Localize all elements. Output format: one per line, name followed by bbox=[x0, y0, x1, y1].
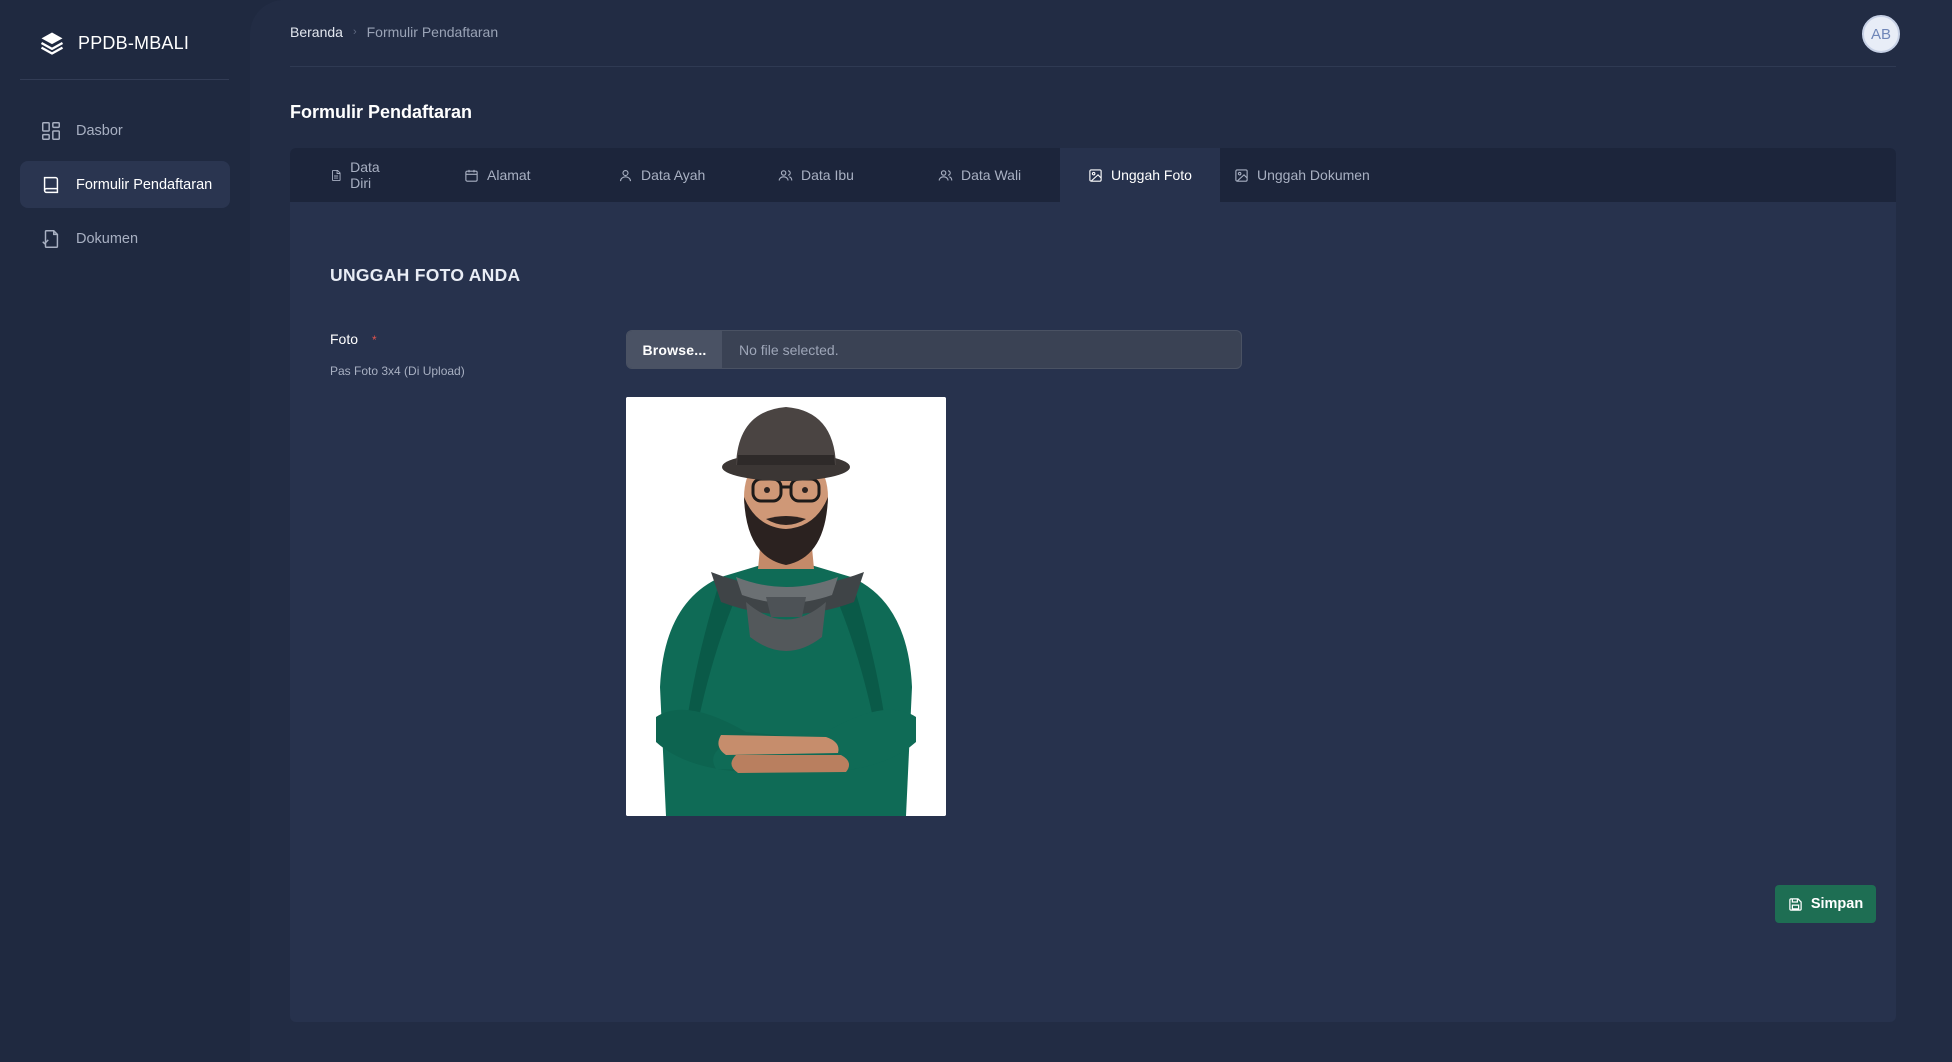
avatar[interactable]: AB bbox=[1862, 15, 1900, 53]
layers-logo-icon bbox=[40, 32, 64, 55]
topbar: Beranda › Formulir Pendaftaran AB bbox=[290, 0, 1900, 67]
tab-unggah-dokumen[interactable]: Unggah Dokumen bbox=[1220, 148, 1398, 202]
brand-name: PPDB-MBALI bbox=[78, 32, 190, 53]
tab-label: Alamat bbox=[487, 167, 531, 183]
field-label-foto: Foto * bbox=[330, 331, 377, 347]
tab-label: Data Wali bbox=[961, 167, 1022, 183]
tab-alamat[interactable]: Alamat bbox=[422, 148, 578, 202]
image-icon bbox=[1089, 168, 1102, 182]
browse-button[interactable]: Browse... bbox=[627, 331, 722, 368]
sidebar-item-dasbor[interactable]: Dasbor bbox=[20, 107, 230, 154]
tab-label: Data Ayah bbox=[641, 167, 706, 183]
sidebar-item-label: Dokumen bbox=[76, 230, 139, 247]
calendar-icon bbox=[465, 169, 478, 182]
page-title: Formulir Pendaftaran bbox=[290, 102, 473, 122]
sidebar-item-label: Formulir Pendaftaran bbox=[76, 176, 213, 193]
tab-label: Data Diri bbox=[350, 159, 380, 191]
chevron-right-icon: › bbox=[352, 26, 357, 38]
field-help-text: Pas Foto 3x4 (Di Upload) bbox=[330, 364, 465, 378]
book-icon bbox=[43, 176, 59, 193]
users-icon bbox=[778, 169, 793, 181]
user-icon bbox=[619, 169, 632, 181]
dashboard-icon bbox=[42, 121, 60, 140]
file-status-text: No file selected. bbox=[739, 341, 839, 358]
tab-label: Data Ibu bbox=[801, 167, 854, 183]
app-root: PPDB-MBALI Dasbor Formulir Pendaftaran D… bbox=[0, 0, 1952, 1062]
file-text-icon bbox=[332, 169, 341, 181]
photo-preview bbox=[626, 397, 946, 816]
tab-label: Unggah Dokumen bbox=[1257, 167, 1370, 183]
form-tabs: Data Diri Alamat Data Ayah Data Ibu Data… bbox=[290, 148, 1896, 202]
sidebar-nav: Dasbor Formulir Pendaftaran Dokumen bbox=[20, 107, 230, 269]
sidebar-item-label: Dasbor bbox=[76, 122, 123, 139]
sidebar-item-dokumen[interactable]: Dokumen bbox=[20, 215, 230, 262]
tab-data-diri[interactable]: Data Diri bbox=[290, 148, 422, 202]
breadcrumb: Beranda › Formulir Pendaftaran bbox=[290, 24, 498, 40]
breadcrumb-home[interactable]: Beranda bbox=[290, 24, 343, 40]
sidebar: PPDB-MBALI Dasbor Formulir Pendaftaran D… bbox=[0, 0, 250, 1062]
breadcrumb-current: Formulir Pendaftaran bbox=[366, 24, 499, 40]
photo-file-input[interactable]: Browse... No file selected. bbox=[626, 330, 1242, 369]
required-mark: * bbox=[372, 333, 377, 347]
save-button[interactable]: Simpan bbox=[1775, 885, 1876, 923]
tab-unggah-foto[interactable]: Unggah Foto bbox=[1060, 148, 1220, 202]
tab-data-ibu[interactable]: Data Ibu bbox=[742, 148, 898, 202]
document-check-icon bbox=[42, 229, 59, 248]
save-icon bbox=[1789, 897, 1802, 911]
sidebar-divider bbox=[20, 79, 229, 80]
field-label-text: Foto bbox=[330, 331, 359, 347]
tab-data-wali[interactable]: Data Wali bbox=[898, 148, 1060, 202]
main-content: Beranda › Formulir Pendaftaran AB Formul… bbox=[250, 0, 1952, 1062]
form-card: Data Diri Alamat Data Ayah Data Ibu Data… bbox=[290, 148, 1896, 1022]
users-icon bbox=[938, 169, 953, 181]
tab-label: Unggah Foto bbox=[1111, 167, 1192, 183]
save-button-label: Simpan bbox=[1810, 896, 1864, 912]
image-icon bbox=[1235, 168, 1248, 182]
section-title: UNGGAH FOTO ANDA bbox=[330, 265, 521, 285]
brand[interactable]: PPDB-MBALI bbox=[38, 26, 189, 60]
tab-data-ayah[interactable]: Data Ayah bbox=[578, 148, 742, 202]
sidebar-item-formulir-pendaftaran[interactable]: Formulir Pendaftaran bbox=[20, 161, 230, 208]
person-photo bbox=[626, 397, 946, 816]
